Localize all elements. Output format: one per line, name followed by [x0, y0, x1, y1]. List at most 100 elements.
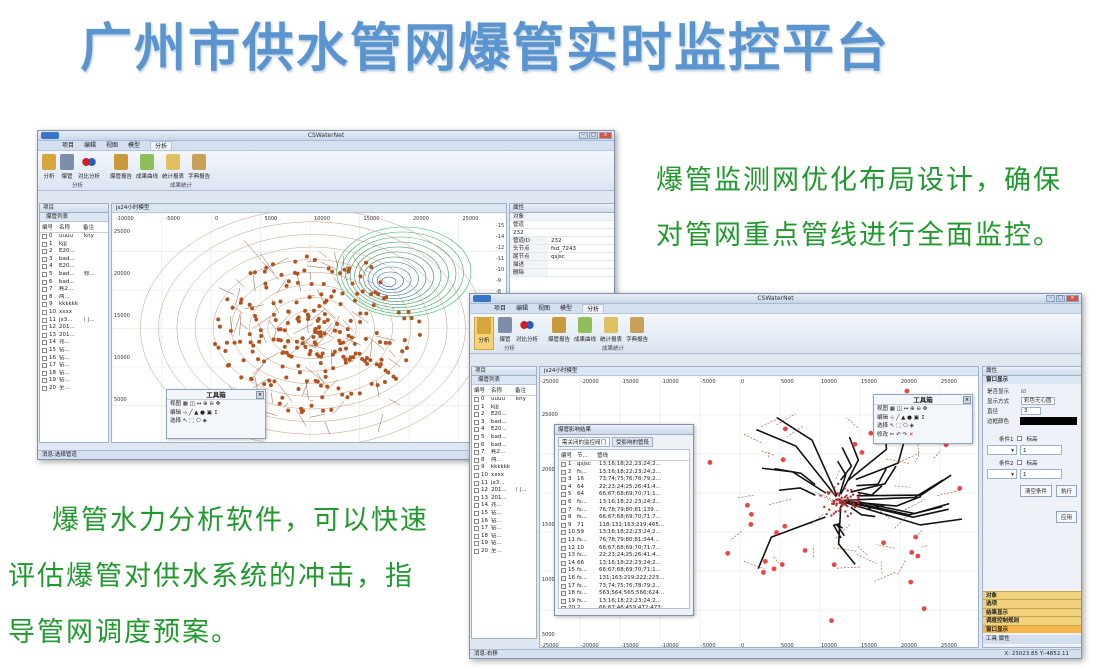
list-item-checkbox[interactable] — [474, 450, 479, 456]
condition2-checkbox[interactable] — [1016, 460, 1022, 465]
impact-row-checkbox[interactable] — [561, 469, 566, 475]
list-item-checkbox[interactable] — [42, 271, 47, 277]
list-item-checkbox[interactable] — [42, 363, 47, 369]
impact-row[interactable]: 13 fs... 22;23;24;25;26;41;4... — [559, 552, 689, 560]
list-item-checkbox[interactable] — [474, 465, 479, 471]
tab-project[interactable]: 项目 — [494, 304, 506, 313]
property-row[interactable]: 尾节点 qsjsc — [510, 253, 614, 261]
list-item-checkbox[interactable] — [42, 340, 47, 346]
list-item[interactable]: 16 钻... — [40, 355, 108, 363]
impact-row[interactable]: 17 fs... 73;74;75;76;78;79;2... — [559, 583, 689, 591]
result-curve-button[interactable]: 成果曲线 — [574, 317, 596, 350]
list-item-checkbox[interactable] — [474, 510, 479, 516]
list-item[interactable]: 8 两... — [40, 294, 108, 302]
impact-row-checkbox[interactable] — [561, 591, 566, 597]
nav-options[interactable]: 选项 — [983, 599, 1081, 608]
list-item-checkbox[interactable] — [474, 503, 479, 509]
condition1-value[interactable]: 1 — [1020, 445, 1062, 455]
close-button[interactable]: × — [599, 132, 612, 139]
list-item[interactable]: 1 kjjj — [472, 404, 536, 412]
impact-row-checkbox[interactable] — [561, 568, 566, 574]
list-item[interactable]: 3 bad... — [40, 256, 108, 264]
list-item-checkbox[interactable] — [42, 294, 47, 300]
list-item-checkbox[interactable] — [474, 419, 479, 425]
tab-analysis[interactable]: 分析 — [582, 304, 605, 313]
list-item-checkbox[interactable] — [474, 404, 479, 410]
list-item[interactable]: 18 钻... — [472, 533, 536, 541]
tab-model[interactable]: 模型 — [560, 304, 572, 313]
list-item-checkbox[interactable] — [474, 472, 479, 478]
nav-window-display[interactable]: 窗口显示 — [983, 624, 1081, 633]
impact-row-checkbox[interactable] — [561, 583, 566, 589]
list-item-checkbox[interactable] — [42, 264, 47, 270]
list-item[interactable]: 17 钻... — [40, 362, 108, 370]
impact-row[interactable]: 8 fs... 66;67;68;69;70;71;7... — [559, 514, 689, 522]
list-item-checkbox[interactable] — [474, 518, 479, 524]
impact-row[interactable]: 4 64 22;23;24;25;26;41;4... — [559, 484, 689, 492]
impact-row[interactable]: 2 fs... 13;16;18;22;23;24;2... — [559, 469, 689, 477]
impact-row-checkbox[interactable] — [561, 522, 566, 528]
list-item-checkbox[interactable] — [474, 488, 479, 494]
tab-affected-pipes[interactable]: 受影响的管段 — [612, 437, 654, 447]
list-item-checkbox[interactable] — [474, 541, 479, 547]
burst-list-tab[interactable]: 爆管列表 — [472, 376, 536, 385]
show-checkbox[interactable]: ☑ — [1021, 387, 1026, 397]
burst-list-tab[interactable]: 爆管列表 — [40, 213, 108, 222]
list-item-checkbox[interactable] — [42, 309, 47, 315]
impact-row-checkbox[interactable] — [561, 507, 566, 513]
impact-row[interactable]: 10 59 13;16;18;22;23;24;2... — [559, 529, 689, 537]
list-item-checkbox[interactable] — [42, 378, 47, 384]
list-item-checkbox[interactable] — [474, 427, 479, 433]
bottom-tabs[interactable]: 工具 属性 — [983, 635, 1081, 644]
toolbox-close-icon[interactable]: × — [963, 396, 971, 404]
compare-button[interactable]: 对比分析 — [516, 317, 538, 350]
list-item[interactable]: 10 xxxx — [472, 472, 536, 480]
list-item-checkbox[interactable] — [42, 355, 47, 361]
list-item[interactable]: 12 201... 门... — [472, 487, 536, 495]
list-item[interactable]: 4 E20... — [40, 263, 108, 271]
impact-row-checkbox[interactable] — [561, 537, 566, 543]
impact-row[interactable]: 16 fs... 131;163;219;222;223... — [559, 575, 689, 583]
list-item[interactable]: 11 jx3... — [472, 480, 536, 488]
display-mode-select[interactable]: 彩色无心圆 — [1021, 397, 1055, 405]
result-curve-button[interactable]: 成果曲线 — [136, 154, 158, 187]
impact-row[interactable]: 20 2 66;67;46;459;472;473;... — [559, 605, 689, 608]
tab-model[interactable]: 模型 — [128, 141, 140, 150]
toolbox-row-view[interactable]: 视图 ▦ ◫ ↔ ⊕ ⊖ ✥ — [874, 405, 972, 414]
impact-row[interactable]: 1 qsjsc 13;16;18;22;23;24;2... — [559, 461, 689, 469]
nav-result-display[interactable]: 结果显示 — [983, 607, 1081, 617]
list-item-checkbox[interactable] — [42, 385, 47, 391]
tab-project[interactable]: 项目 — [62, 141, 74, 150]
list-item[interactable]: 20 至... — [40, 385, 108, 393]
list-item[interactable]: 1 kjjj — [40, 241, 108, 249]
impact-row-checkbox[interactable] — [561, 484, 566, 490]
diameter-spinner[interactable]: 3 — [1021, 407, 1041, 415]
map-tab[interactable]: js24小时模型 — [540, 367, 978, 376]
map-tab[interactable]: js24小时模型 — [112, 204, 506, 213]
list-item[interactable]: 14 兆... — [472, 502, 536, 510]
impact-row-checkbox[interactable] — [561, 530, 566, 536]
list-item-checkbox[interactable] — [474, 526, 479, 532]
list-item[interactable]: 7 耗2... — [472, 449, 536, 457]
impact-row-checkbox[interactable] — [561, 492, 566, 498]
toolbox-row-view[interactable]: 视图 ▦ ◫ ↔ ⊕ ⊖ ✥ — [167, 400, 265, 409]
toolbox-row-select[interactable]: 选择 ↖ ⬚ ⬠ ◈ — [874, 422, 972, 431]
list-item-checkbox[interactable] — [42, 287, 47, 293]
list-item[interactable]: 13 201... — [472, 495, 536, 503]
condition2-value[interactable]: 1 — [1020, 469, 1062, 479]
list-item-checkbox[interactable] — [42, 332, 47, 338]
impact-row-checkbox[interactable] — [561, 606, 566, 608]
list-item-checkbox[interactable] — [474, 548, 479, 554]
impact-row-checkbox[interactable] — [561, 499, 566, 505]
impact-row[interactable]: 12 10 66;67;68;69;70;71;7... — [559, 545, 689, 553]
list-item-checkbox[interactable] — [42, 249, 47, 255]
list-item[interactable]: 12 201... — [40, 324, 108, 332]
tab-edit[interactable]: 编辑 — [516, 304, 528, 313]
toolbox-row-modify[interactable]: 修改 ✂ ↶ ↷ ✕ — [874, 431, 972, 440]
impact-row-checkbox[interactable] — [561, 553, 566, 559]
burst-report-button[interactable]: 爆管报告 — [548, 317, 570, 350]
list-item[interactable]: 14 兆... — [40, 339, 108, 347]
list-item[interactable]: 15 钻... — [40, 347, 108, 355]
condition1-operator-select[interactable]: ▾ — [987, 445, 1017, 455]
property-row[interactable]: 描述 — [510, 261, 614, 269]
